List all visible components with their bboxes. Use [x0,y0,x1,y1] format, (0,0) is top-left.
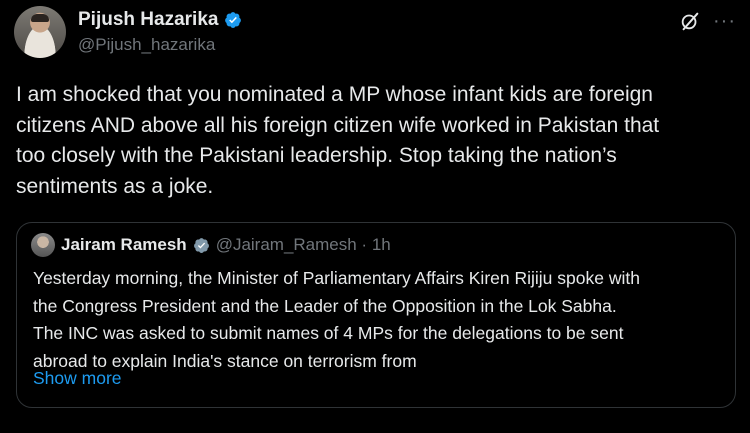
quoted-tweet-card[interactable]: Jairam Ramesh @Jairam_Ramesh · 1h Yester… [16,222,736,408]
author-avatar[interactable] [14,6,66,58]
show-more-link[interactable]: Show more [33,368,122,389]
more-options-icon[interactable]: ··· [713,11,736,31]
verified-badge-icon [225,12,242,28]
quoted-author-name: Jairam Ramesh [61,235,187,254]
author-handle[interactable]: @Pijush_hazarika [78,35,242,55]
quoted-tweet-header: Jairam Ramesh @Jairam_Ramesh · 1h [31,233,391,257]
author-name-row: Pijush Hazarika [78,9,242,31]
quoted-author-avatar [31,233,55,257]
author-display-name[interactable]: Pijush Hazarika [78,9,218,31]
quoted-verified-badge-icon [193,237,209,253]
tweet-text: I am shocked that you nominated a MP who… [16,83,660,198]
quoted-tweet-text: Yesterday morning, the Minister of Parli… [33,268,640,371]
grok-icon[interactable] [679,10,701,32]
tweet-actions: ··· [679,10,736,32]
tweet-header: Pijush Hazarika @Pijush_hazarika ··· [14,6,736,62]
author-info: Pijush Hazarika @Pijush_hazarika [78,9,242,55]
quoted-author-handle-time: @Jairam_Ramesh · 1h [215,235,391,254]
